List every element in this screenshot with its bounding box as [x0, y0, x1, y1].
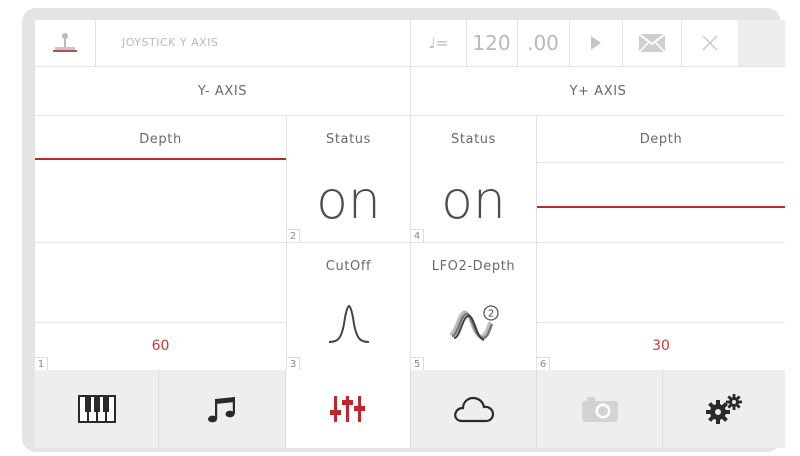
joystick-icon	[53, 33, 77, 52]
cloud-icon	[453, 396, 494, 423]
slot-6-depth[interactable]: Depth 30 6	[537, 116, 785, 371]
slot-1-depth[interactable]: Depth 60 1	[35, 116, 286, 371]
slot-3-label: CutOff	[325, 258, 372, 274]
play-icon	[590, 36, 601, 50]
slot-1-value: 60	[151, 338, 170, 354]
tempo-note-icon: ♩=	[428, 34, 449, 52]
mixer-sliders-icon	[330, 396, 365, 422]
play-button[interactable]	[569, 20, 622, 66]
slot-1-depth-level	[35, 158, 286, 160]
slot-1-number: 1	[35, 357, 48, 371]
nav-settings[interactable]	[663, 370, 785, 448]
slot-3-cutoff[interactable]: CutOff 3	[287, 243, 410, 371]
nav-cloud[interactable]	[411, 370, 536, 448]
top-bar-edge	[738, 20, 785, 66]
nav-piano[interactable]	[35, 370, 158, 448]
y-minus-axis-header[interactable]: Y- AXIS	[35, 67, 410, 115]
slot-6-value: 30	[652, 338, 670, 354]
nav-sequencer[interactable]	[159, 370, 285, 448]
close-button[interactable]	[681, 20, 738, 66]
slot-2-status[interactable]: Status on 2	[287, 116, 410, 243]
slot-4-value: on	[441, 171, 506, 231]
nav-mixer[interactable]	[286, 370, 410, 448]
y-plus-axis-header[interactable]: Y+ AXIS	[411, 67, 785, 115]
mail-button[interactable]	[622, 20, 681, 66]
slot-3-number: 3	[287, 357, 300, 371]
slot-5-label: LFO2-Depth	[431, 258, 516, 274]
gears-icon	[706, 394, 742, 424]
nav-camera	[537, 370, 662, 448]
slot-4-status[interactable]: Status on 4	[411, 116, 536, 243]
lowpass-curve-icon	[328, 304, 369, 343]
lfo-badge: 2	[487, 309, 493, 320]
joystick-mode-button[interactable]	[35, 20, 95, 66]
slot-5-number: 5	[411, 357, 424, 371]
slot-1-label: Depth	[139, 131, 182, 147]
touch-screen: JOYSTICK Y AXIS ♩= 120 .00 Y- AXIS Y+ AX…	[35, 20, 785, 448]
close-icon	[701, 35, 718, 51]
slot-6-depth-level	[537, 206, 785, 208]
camera-icon	[581, 397, 618, 422]
lfo2-wave-icon: 2	[448, 305, 499, 341]
mode-title: JOYSTICK Y AXIS	[122, 36, 219, 49]
slot-6-number: 6	[537, 357, 550, 371]
slot-2-value: on	[316, 171, 381, 231]
mail-icon	[638, 34, 665, 52]
slot-4-number: 4	[411, 229, 424, 243]
tempo-fraction[interactable]: .00	[517, 20, 569, 66]
tempo-value[interactable]: 120	[466, 20, 517, 66]
slot-5-lfo2-depth[interactable]: LFO2-Depth 2 5	[411, 243, 536, 371]
piano-keys-icon	[77, 395, 116, 423]
music-notes-icon	[208, 397, 235, 423]
tempo-symbol[interactable]: ♩=	[411, 20, 466, 66]
slot-4-label: Status	[450, 131, 497, 147]
slot-2-number: 2	[287, 229, 300, 243]
slot-6-label: Depth	[639, 131, 683, 147]
slot-2-label: Status	[325, 131, 372, 147]
